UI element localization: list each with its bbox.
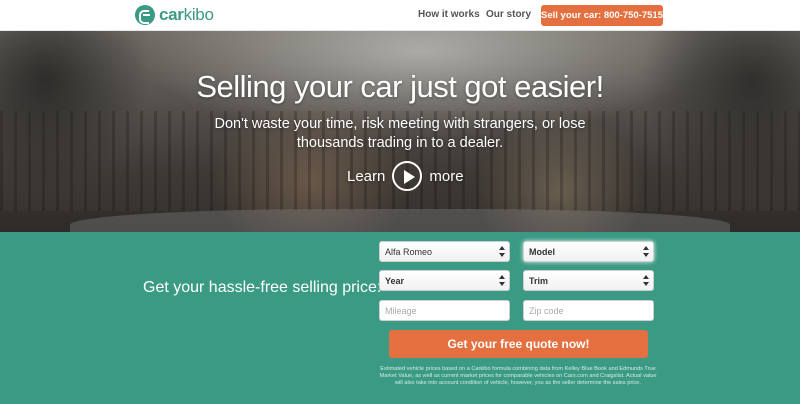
select-arrows-icon bbox=[499, 275, 505, 286]
logo-wordmark: carkibo bbox=[159, 5, 214, 25]
make-select[interactable]: Alfa Romeo bbox=[379, 241, 510, 262]
learn-more-link[interactable]: Learn more bbox=[347, 159, 464, 193]
hero-subtitle: Don't waste your time, risk meeting with… bbox=[214, 116, 586, 151]
carkibo-logo-icon bbox=[135, 5, 155, 25]
nav-how-it-works[interactable]: How it works bbox=[418, 9, 480, 20]
model-select-value: Model bbox=[529, 246, 555, 257]
hero-banner: Selling your car just got easier! Don't … bbox=[0, 31, 800, 232]
make-select-value: Alfa Romeo bbox=[385, 246, 433, 257]
play-icon[interactable] bbox=[392, 161, 423, 191]
hero-background-car bbox=[70, 209, 730, 232]
zip-code-input[interactable]: Zip code bbox=[523, 300, 654, 321]
sell-your-car-button[interactable]: Sell your car: 800-750-7515 bbox=[541, 5, 663, 26]
hero-background-tree-right bbox=[640, 31, 800, 201]
learn-more-prefix: Learn bbox=[347, 167, 386, 185]
mileage-input[interactable]: Mileage bbox=[379, 300, 510, 321]
select-arrows-icon bbox=[643, 246, 649, 257]
get-free-quote-button[interactable]: Get your free quote now! bbox=[389, 330, 648, 358]
form-heading: Get your hassle-free selling price: bbox=[143, 279, 382, 296]
learn-more-suffix: more bbox=[429, 167, 464, 185]
year-select-value: Year bbox=[385, 275, 405, 286]
carkibo-logo[interactable]: carkibo bbox=[135, 4, 214, 26]
logo-text-light: kibo bbox=[183, 5, 214, 24]
mileage-placeholder: Mileage bbox=[385, 305, 417, 316]
trim-select-value: Trim bbox=[529, 275, 549, 286]
trim-select[interactable]: Trim bbox=[523, 270, 654, 291]
zip-code-placeholder: Zip code bbox=[529, 305, 564, 316]
year-select[interactable]: Year bbox=[379, 270, 510, 291]
select-arrows-icon bbox=[643, 275, 649, 286]
pricing-disclaimer: Estimated vehicle prices based on a Cark… bbox=[379, 366, 657, 387]
logo-text-bold: car bbox=[159, 5, 184, 24]
quote-form-section: Get your hassle-free selling price: Alfa… bbox=[0, 232, 800, 404]
model-select[interactable]: Model bbox=[523, 241, 654, 262]
select-arrows-icon bbox=[499, 246, 505, 257]
hero-background-tree-left bbox=[0, 31, 150, 191]
nav-our-story[interactable]: Our story bbox=[486, 9, 531, 20]
top-header: carkibo How it works Our story Sell your… bbox=[0, 0, 800, 31]
hero-title: Selling your car just got easier! bbox=[196, 69, 604, 104]
